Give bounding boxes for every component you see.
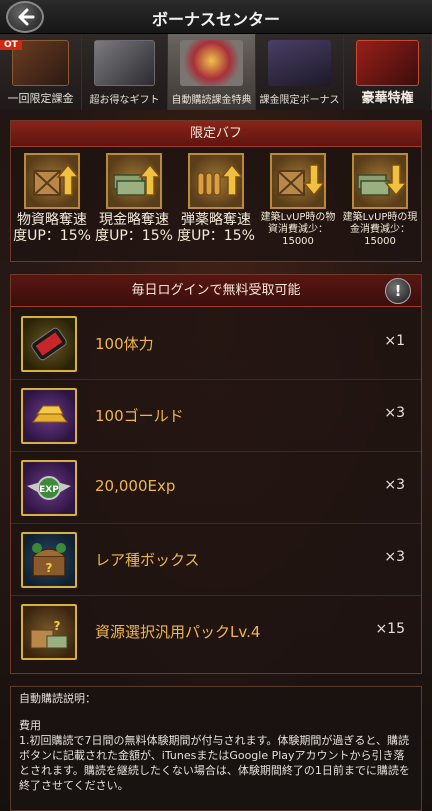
reward-row: ? 資源選択汎用パックLv.4 ×15: [11, 597, 421, 668]
reward-name: 100ゴールド: [95, 407, 184, 425]
daily-login-panel: 毎日ログインで無料受取可能 ! 100体力 ×1 100ゴールド ×3 EXP …: [10, 274, 422, 674]
cash-up-icon: [106, 153, 162, 209]
reward-name: 資源選択汎用パックLv.4: [95, 623, 261, 641]
reward-name: 20,000Exp: [95, 477, 176, 495]
tab-label: 自動購読課金特典: [171, 95, 252, 106]
subscription-description: 自動購読説明： 費用 1.初回購読で7日間の無料体験期間が付与されます。体験期間…: [10, 686, 422, 811]
top-bar: ボーナスセンター: [0, 0, 432, 34]
buff-label-line2: 度UP：15%: [177, 228, 255, 244]
energy-drink-icon[interactable]: [21, 316, 77, 372]
description-heading: 自動購読説明：: [19, 692, 96, 705]
tab-label: 一回限定課金: [7, 92, 74, 105]
buff-label-line2: 金消費減少：: [350, 224, 410, 235]
treasure-chest-icon[interactable]: ?: [21, 532, 77, 588]
tab-subscription-art: [180, 40, 243, 86]
tab-label: 超お得なギフト: [89, 95, 160, 106]
resource-pack-icon[interactable]: ?: [21, 604, 77, 660]
svg-text:?: ?: [54, 619, 61, 633]
buff-item[interactable]: 建築LvUP時の現 金消費減少： 15000: [339, 153, 421, 248]
buff-label-line2: 資消費減少：: [268, 224, 328, 235]
buff-item[interactable]: 現金略奪速 度UP：15%: [93, 153, 175, 248]
reward-row: ? レア種ボックス ×3: [11, 525, 421, 596]
tab-auto-subscription[interactable]: 自動購読課金特典: [168, 34, 256, 110]
svg-text:?: ?: [46, 561, 53, 575]
crate-up-icon: [24, 153, 80, 209]
tab-purchase-bonus[interactable]: 課金限定ボーナス: [256, 34, 344, 110]
reward-name: レア種ボックス: [95, 551, 200, 569]
buff-label-line1: 物資略奪速: [17, 212, 87, 228]
buff-label-line1: 建築LvUP時の物: [260, 212, 336, 223]
tab-label: 豪華特権: [361, 91, 414, 106]
tab-bonus-art: [268, 40, 331, 86]
buff-label-line1: 現金略奪速: [99, 212, 169, 228]
tab-privilege-art: [356, 40, 419, 86]
exclamation-icon: !: [394, 282, 402, 300]
buff-label-line3: 15000: [282, 236, 314, 247]
reward-quantity: ×15: [375, 621, 405, 637]
buff-item[interactable]: 弾薬略奪速 度UP：15%: [175, 153, 257, 248]
limited-buff-title: 限定バフ: [11, 121, 421, 147]
svg-text:EXP: EXP: [39, 485, 59, 495]
gold-bar-icon[interactable]: [21, 388, 77, 444]
tab-label: 課金限定ボーナス: [259, 95, 340, 106]
crate-down-icon: [270, 153, 326, 209]
daily-login-title: 毎日ログインで無料受取可能: [131, 283, 301, 298]
reward-quantity: ×1: [384, 333, 405, 349]
cash-down-icon: [352, 153, 408, 209]
tab-great-deal-gift[interactable]: 超お得なギフト: [82, 34, 168, 110]
reward-quantity: ×3: [384, 405, 405, 421]
exp-badge-icon[interactable]: EXP: [21, 460, 77, 516]
ammo-up-icon: [188, 153, 244, 209]
reward-row: EXP 20,000Exp ×3: [11, 453, 421, 524]
buff-label-line2: 度UP：15%: [13, 228, 91, 244]
reward-quantity: ×3: [384, 477, 405, 493]
daily-login-header: 毎日ログインで無料受取可能 !: [11, 275, 421, 307]
reward-quantity: ×3: [384, 549, 405, 565]
tab-gift-art: [94, 40, 155, 86]
limited-buff-panel: 限定バフ 物資略奪速 度UP：15% 現金略奪速 度UP：15% 弾薬略奪速 度…: [10, 120, 422, 262]
reward-row: 100体力 ×1: [11, 309, 421, 380]
buff-item[interactable]: 物資略奪速 度UP：15%: [11, 153, 93, 248]
buff-label-line2: 度UP：15%: [95, 228, 173, 244]
description-subheading: 費用: [19, 719, 41, 732]
buff-label-line1: 弾薬略奪速: [181, 212, 251, 228]
tab-one-time-purchase[interactable]: OT 一回限定課金: [0, 34, 82, 110]
description-body: 1.初回購読で7日間の無料体験期間が付与されます。体験期間が過ぎると、購読ボタン…: [19, 734, 410, 792]
buff-label-line1: 建築LvUP時の現: [342, 212, 418, 223]
tab-luxury-privilege[interactable]: 豪華特権: [344, 34, 432, 110]
page-title: ボーナスセンター: [151, 10, 280, 29]
tab-badge: OT: [0, 40, 22, 50]
buff-list: 物資略奪速 度UP：15% 現金略奪速 度UP：15% 弾薬略奪速 度UP：15…: [11, 147, 421, 248]
buff-label-line3: 15000: [364, 236, 396, 247]
reward-row: 100ゴールド ×3: [11, 381, 421, 452]
tab-bar: OT 一回限定課金 超お得なギフト 自動購読課金特典 課金限定ボーナス 豪華特権: [0, 34, 432, 110]
info-button[interactable]: !: [385, 278, 411, 304]
buff-item[interactable]: 建築LvUP時の物 資消費減少： 15000: [257, 153, 339, 248]
reward-name: 100体力: [95, 335, 154, 353]
